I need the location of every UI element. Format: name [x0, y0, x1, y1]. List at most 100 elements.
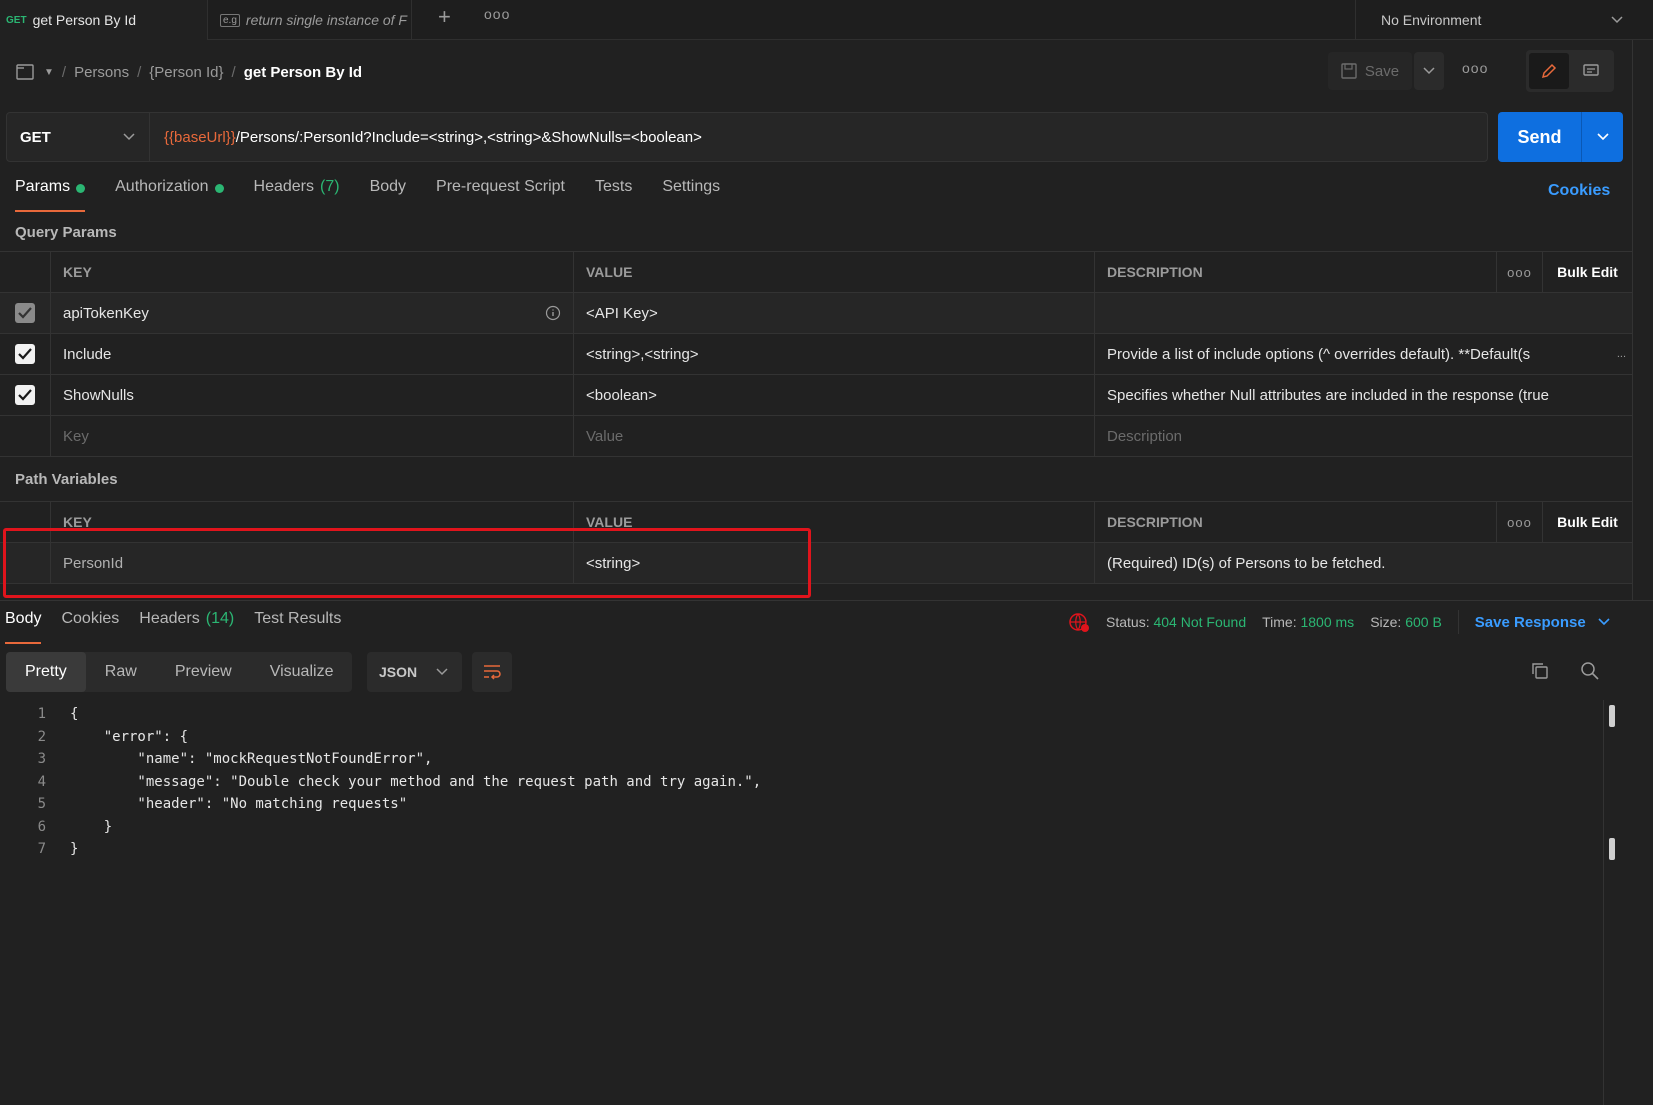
info-icon[interactable] [545, 305, 561, 321]
more-horizontal-icon[interactable]: ooo [484, 6, 510, 22]
path-variable-description[interactable]: (Required) ID(s) of Persons to be fetche… [1094, 543, 1632, 583]
save-dropdown-button[interactable] [1414, 52, 1444, 90]
search-icon[interactable] [1580, 661, 1600, 685]
send-dropdown[interactable] [1581, 112, 1623, 162]
save-button[interactable]: Save [1328, 52, 1412, 90]
status-info[interactable]: Status: 404 Not Found [1106, 614, 1246, 630]
response-tab-test-results[interactable]: Test Results [254, 610, 341, 644]
language-label: JSON [379, 664, 418, 680]
chevron-down-icon [1423, 67, 1435, 75]
value-placeholder[interactable]: Value [573, 416, 1094, 456]
language-select[interactable]: JSON [367, 652, 462, 692]
query-params-title: Query Params [15, 224, 117, 241]
tab-settings[interactable]: Settings [662, 178, 720, 212]
scrollbar-marker[interactable] [1609, 838, 1615, 860]
edit-mode-button[interactable] [1529, 53, 1569, 89]
active-dot [76, 184, 86, 193]
row-checkbox[interactable] [15, 303, 35, 323]
row-key[interactable]: ShowNulls [50, 375, 573, 415]
url-input[interactable]: {{baseUrl}}/Persons/:PersonId?Include=<s… [150, 129, 702, 146]
tab-body[interactable]: Body [370, 178, 406, 212]
tab-tests[interactable]: Tests [595, 178, 632, 212]
code-line: 6 } [37, 818, 113, 835]
tab-label: Settings [662, 178, 721, 195]
more-horizontal-icon[interactable]: ooo [1496, 502, 1542, 542]
time-info[interactable]: Time: 1800 ms [1262, 614, 1354, 630]
scrollbar-marker[interactable] [1609, 705, 1615, 727]
size-info[interactable]: Size: 600 B [1370, 614, 1442, 630]
row-key[interactable]: Include [50, 334, 573, 374]
time-value: 1800 ms [1300, 614, 1355, 630]
active-dot [214, 184, 224, 193]
scroll-track[interactable] [1603, 700, 1604, 1105]
chevron-down-icon [1611, 16, 1623, 24]
bulk-edit-button[interactable]: Bulk Edit [1542, 502, 1632, 542]
globe-error-icon[interactable] [1068, 611, 1090, 633]
tab-params[interactable]: Params [15, 178, 86, 212]
header-value: VALUE [573, 252, 1094, 292]
chevron-down-icon [436, 668, 448, 676]
row-key-text: apiTokenKey [63, 304, 149, 322]
row-value[interactable]: <boolean> [573, 375, 1094, 415]
cookies-link[interactable]: Cookies [1548, 182, 1610, 200]
comments-button[interactable] [1571, 53, 1611, 89]
row-checkbox[interactable] [15, 385, 35, 405]
wrap-lines-button[interactable] [472, 652, 512, 692]
url-variable: {{baseUrl}} [164, 128, 236, 146]
check-icon [18, 348, 32, 360]
save-response-button[interactable]: Save Response [1475, 614, 1610, 631]
tab-bar: GET get Person By Id e.g return single i… [0, 0, 1653, 40]
row-value[interactable]: <string>,<string> [573, 334, 1094, 374]
row-description[interactable]: Provide a list of include options (^ ove… [1094, 334, 1632, 374]
tab-title: return single instance of F [245, 12, 407, 28]
environment-selector[interactable]: No Environment [1355, 0, 1637, 40]
breadcrumb-person-id[interactable]: {Person Id} [149, 64, 223, 81]
table-row: Include <string>,<string> Provide a list… [0, 334, 1632, 375]
request-tabs: Params Authorization Headers (7) Body Pre… [15, 178, 720, 212]
response-tab-cookies[interactable]: Cookies [61, 610, 119, 644]
row-description[interactable]: Specifies whether Null attributes are in… [1094, 375, 1632, 415]
response-tab-body[interactable]: Body [5, 610, 42, 644]
key-placeholder[interactable]: Key [50, 416, 573, 456]
save-label: Save [1364, 62, 1400, 80]
tab-pre-request-script[interactable]: Pre-request Script [436, 178, 565, 212]
tab-return-single-instance[interactable]: e.g return single instance of F [208, 0, 412, 40]
tab-label: Test Results [254, 610, 342, 627]
tab-headers[interactable]: Headers (7) [254, 178, 340, 212]
collection-icon[interactable] [16, 63, 36, 81]
method-select[interactable]: GET [7, 113, 150, 161]
breadcrumb-current[interactable]: get Person By Id [244, 64, 362, 81]
response-body-code[interactable]: 1{ 2 "error": { 3 "name": "mockRequestNo… [0, 703, 1600, 861]
plus-icon[interactable]: + [438, 4, 451, 30]
copy-icon[interactable] [1530, 661, 1550, 685]
query-params-table: KEY VALUE DESCRIPTION ooo Bulk Edit apiT… [0, 251, 1632, 457]
row-value[interactable]: <API Key> [573, 293, 1094, 333]
code-line: 2 "error": { [37, 728, 189, 745]
row-checkbox[interactable] [15, 344, 35, 364]
format-visualize[interactable]: Visualize [251, 652, 353, 692]
row-key[interactable]: apiTokenKey [50, 293, 573, 333]
description-placeholder[interactable]: Description [1094, 416, 1632, 456]
code-line: 4 "message": "Double check your method a… [37, 773, 762, 790]
response-tab-headers[interactable]: Headers (14) [139, 610, 234, 644]
more-horizontal-icon[interactable]: ... [1617, 348, 1626, 360]
format-preview[interactable]: Preview [156, 652, 251, 692]
more-horizontal-icon[interactable]: ooo [1496, 252, 1542, 292]
chevron-down-icon [123, 133, 135, 141]
status-value: 404 Not Found [1153, 614, 1247, 630]
tab-method: GET [6, 14, 27, 26]
tab-label: Pre-request Script [436, 178, 565, 195]
row-description[interactable] [1094, 293, 1632, 333]
send-button[interactable]: Send [1498, 112, 1623, 162]
chevron-down-icon[interactable]: ▼ [44, 67, 54, 78]
tab-get-person-by-id[interactable]: GET get Person By Id [0, 0, 208, 40]
code-line: 5 "header": "No matching requests" [37, 796, 408, 813]
bulk-edit-button[interactable]: Bulk Edit [1542, 252, 1632, 292]
method-label: GET [20, 128, 51, 146]
tab-authorization[interactable]: Authorization [115, 178, 224, 212]
breadcrumb-persons[interactable]: Persons [74, 64, 129, 81]
more-horizontal-icon[interactable]: ooo [1462, 60, 1488, 76]
comment-icon [1583, 64, 1599, 76]
format-pretty[interactable]: Pretty [6, 652, 86, 692]
format-raw[interactable]: Raw [86, 652, 156, 692]
